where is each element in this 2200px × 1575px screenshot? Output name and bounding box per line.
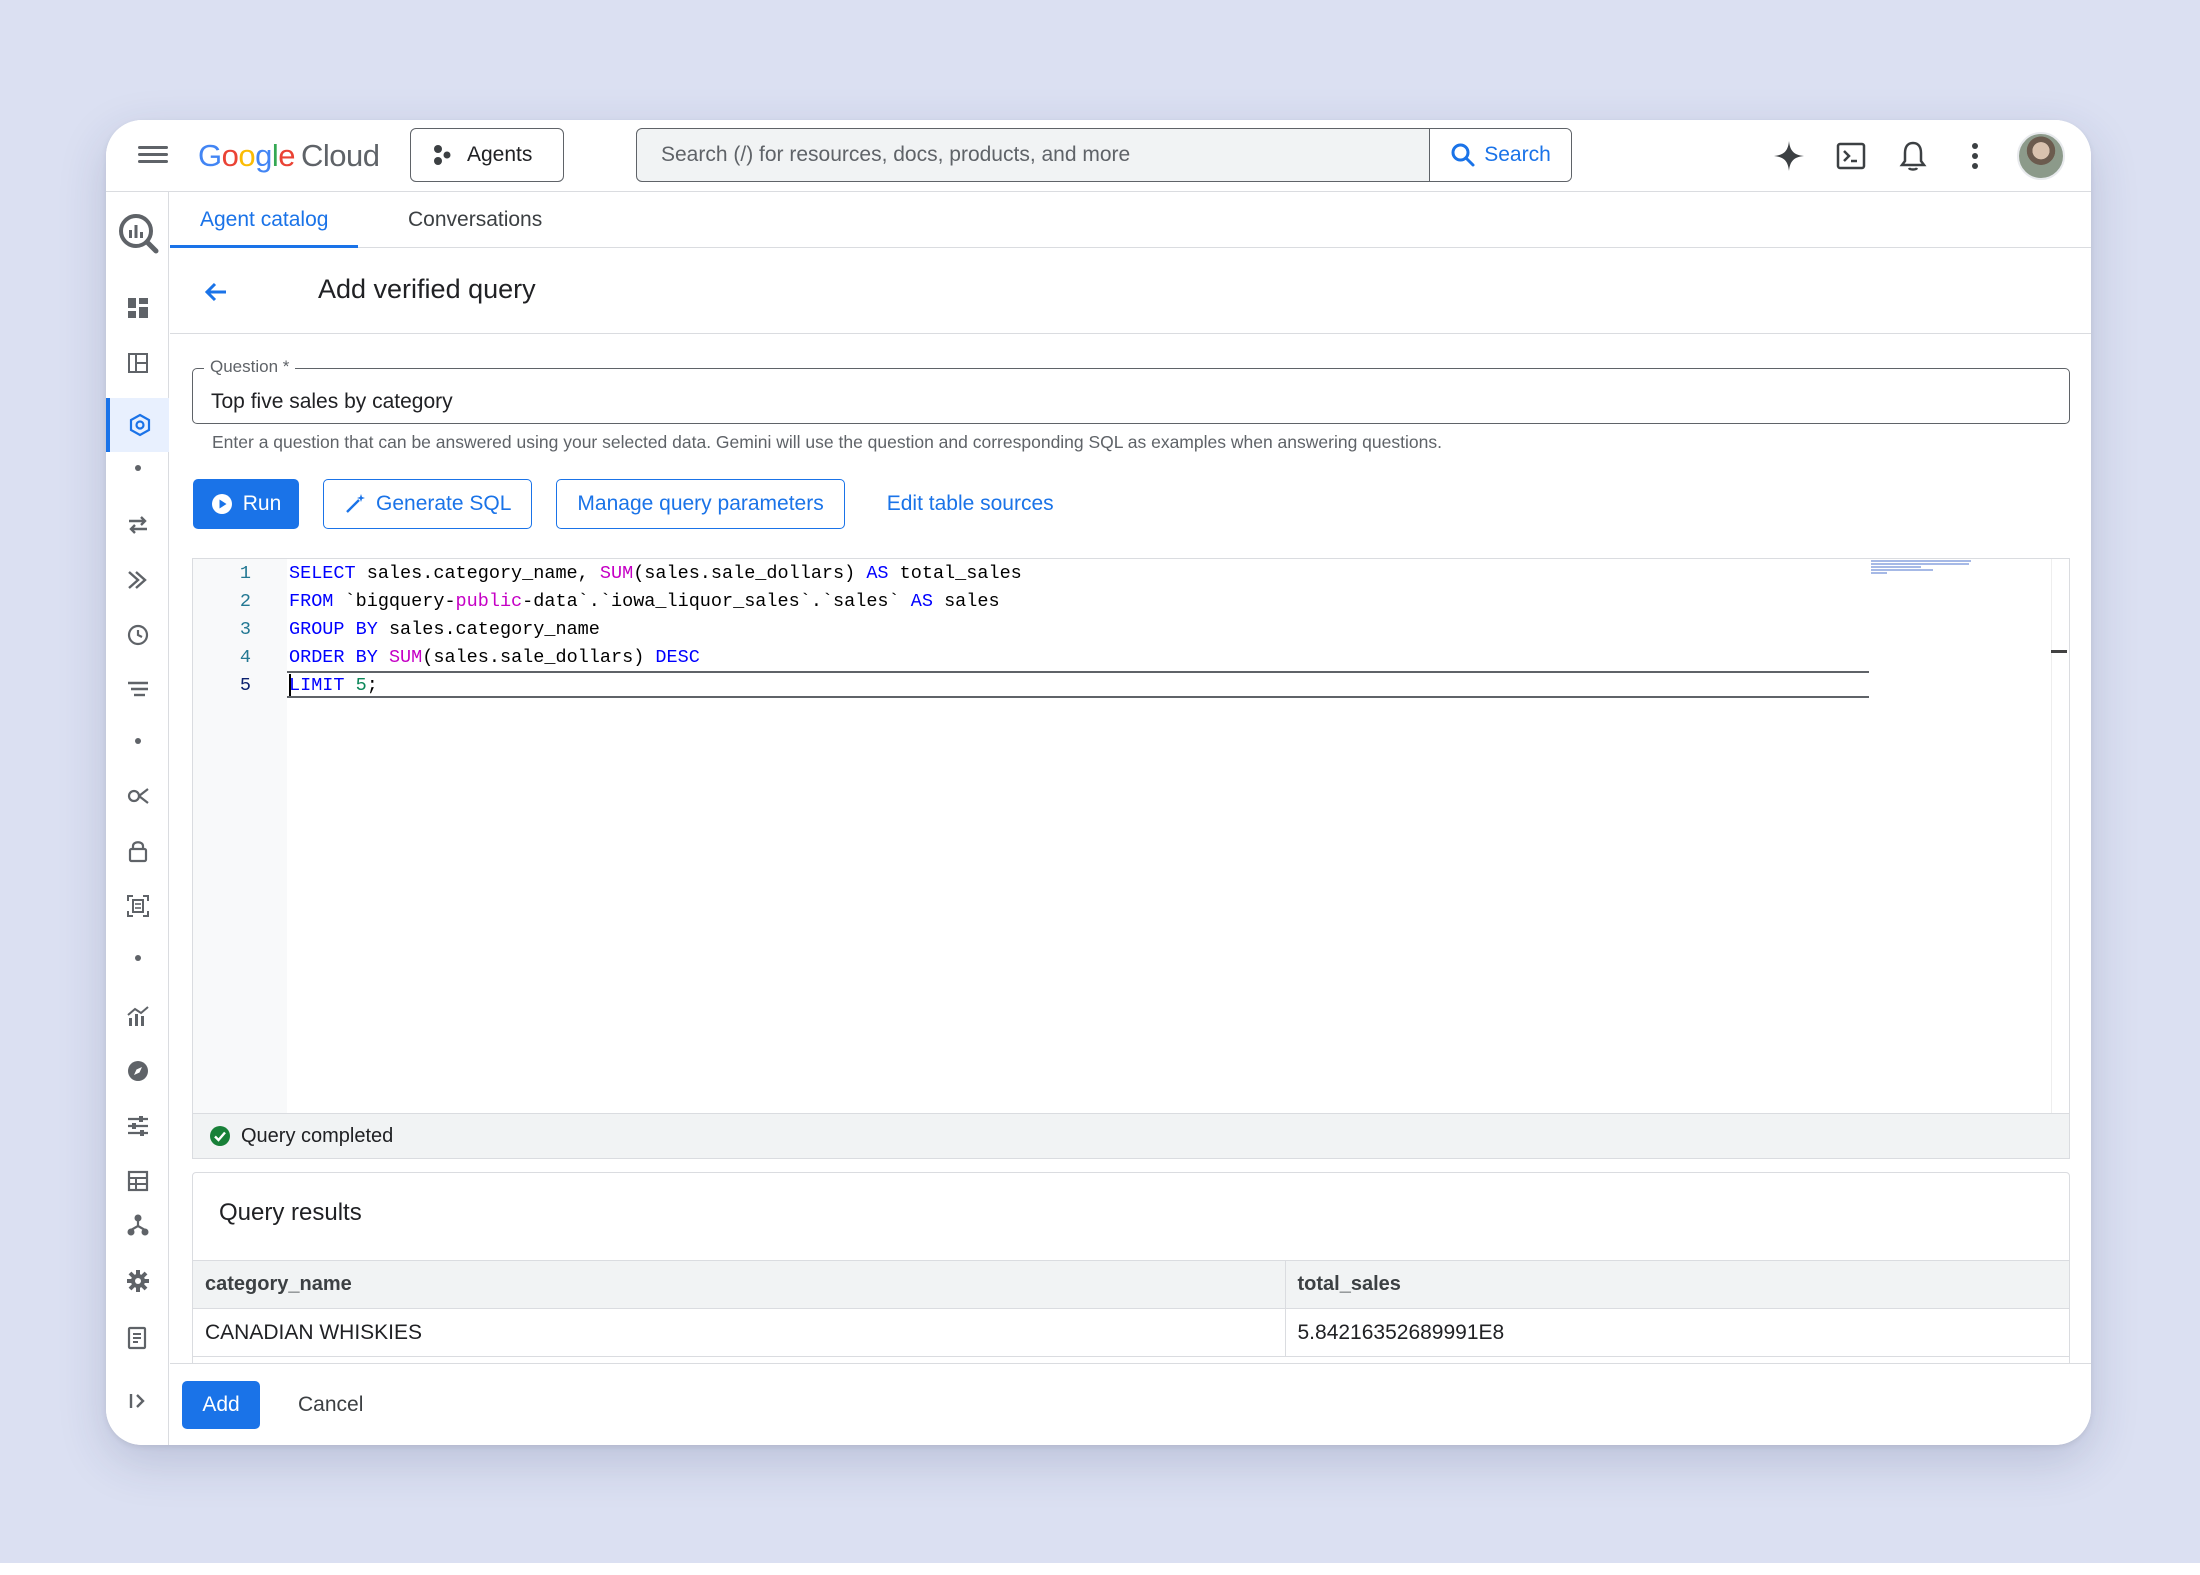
current-line-highlight	[287, 671, 1869, 698]
scrollbar-cursor-marker	[2051, 650, 2067, 653]
rail-dashboard-icon[interactable]	[106, 288, 169, 328]
rail-explore-icon[interactable]	[106, 1051, 169, 1091]
rail-table-icon[interactable]	[106, 343, 169, 383]
line-number: 5	[239, 675, 251, 696]
manage-query-parameters-label: Manage query parameters	[577, 492, 824, 515]
table-row: CANADIAN WHISKIES 5.84216352689991E8	[193, 1308, 2069, 1357]
generate-sql-label: Generate SQL	[376, 492, 512, 515]
run-label: Run	[242, 492, 282, 515]
results-table: category_name total_sales CANADIAN WHISK…	[193, 1260, 2069, 1357]
table-cell: 5.84216352689991E8	[1285, 1308, 2069, 1357]
search-button[interactable]: Search	[1429, 129, 1571, 181]
rail-history-icon[interactable]	[106, 615, 169, 655]
form-footer: Add Cancel	[170, 1363, 2091, 1445]
page-title: Add verified query	[318, 274, 536, 304]
tab-conversations[interactable]: Conversations	[378, 192, 572, 248]
rail-lock-icon[interactable]	[106, 831, 169, 871]
app-window: Google Cloud Agents Search (/) for resou…	[106, 120, 2091, 1445]
notifications-bell-icon[interactable]	[1893, 132, 1933, 180]
code-line: SELECT sales.category_name, SUM(sales.sa…	[289, 563, 1022, 584]
line-number: 3	[239, 619, 251, 640]
run-button[interactable]: Run	[193, 479, 299, 529]
rail-settings-gear-icon[interactable]	[106, 1261, 169, 1301]
rail-agents-icon[interactable]	[106, 398, 169, 452]
top-bar: Google Cloud Agents Search	[106, 120, 2091, 192]
tab-agent-catalog[interactable]: Agent catalog	[170, 192, 359, 248]
top-icons	[1769, 132, 2065, 180]
google-cloud-logo[interactable]: Google Cloud	[198, 136, 380, 176]
play-circle-icon	[211, 494, 232, 514]
rail-transfers-icon[interactable]	[106, 505, 169, 545]
rail-document-scan-icon[interactable]	[106, 886, 169, 926]
rail-filter-list-icon[interactable]	[106, 670, 169, 710]
editor-gutter	[193, 559, 287, 1113]
rail-release-notes-icon[interactable]	[106, 1318, 169, 1358]
rail-separator-dot	[135, 955, 141, 961]
cancel-button[interactable]: Cancel	[286, 1393, 375, 1417]
manage-query-parameters-button[interactable]: Manage query parameters	[556, 479, 845, 529]
rail-grid-table-icon[interactable]	[106, 1161, 169, 1201]
rail-expand-icon[interactable]	[106, 1381, 169, 1421]
query-status-text: Query completed	[241, 1124, 394, 1147]
cloud-shell-icon[interactable]	[1831, 132, 1871, 180]
agents-label: Agents	[467, 143, 533, 166]
page-header: Add verified query	[170, 248, 2091, 334]
text-caret	[289, 674, 291, 696]
results-title: Query results	[219, 1199, 362, 1226]
magic-wand-icon	[346, 494, 365, 513]
line-number: 2	[239, 591, 251, 612]
code-line: ORDER BY SUM(sales.sale_dollars) DESC	[289, 647, 700, 668]
agents-icon	[434, 145, 451, 165]
editor-scrollbar[interactable]	[2051, 559, 2069, 1113]
table-cell: CANADIAN WHISKIES	[193, 1308, 1286, 1357]
line-number: 1	[239, 563, 251, 584]
more-vert-icon[interactable]	[1955, 132, 1995, 180]
question-input[interactable]	[192, 368, 2070, 424]
query-status-bar: Query completed	[192, 1113, 2070, 1159]
left-rail	[106, 192, 169, 1445]
column-header-category-name[interactable]: category_name	[193, 1260, 1286, 1309]
search-icon	[1451, 143, 1475, 167]
add-button[interactable]: Add	[182, 1380, 260, 1429]
rail-analytics-icon[interactable]	[106, 996, 169, 1036]
generate-sql-button[interactable]: Generate SQL	[323, 479, 533, 529]
question-label: Question *	[204, 357, 296, 377]
code-line: LIMIT 5;	[289, 675, 378, 696]
back-arrow-icon[interactable]	[200, 276, 232, 308]
edit-table-sources-button[interactable]: Edit table sources	[869, 479, 1072, 529]
rail-separator-dot	[135, 465, 141, 471]
line-number: 4	[239, 647, 251, 668]
search-input[interactable]	[637, 129, 1429, 181]
page-bottom-band	[0, 1563, 2200, 1575]
rail-bigquery-logo-icon[interactable]	[106, 210, 169, 256]
code-line: FROM `bigquery-public-data`.`iowa_liquor…	[289, 591, 1000, 612]
search-bar: Search	[636, 128, 1572, 182]
question-hint: Enter a question that can be answered us…	[212, 432, 1442, 452]
column-header-total-sales[interactable]: total_sales	[1285, 1260, 2069, 1309]
main-menu-icon[interactable]	[132, 142, 174, 172]
tab-bar: Agent catalog Conversations	[170, 192, 2091, 248]
rail-separator-dot	[135, 738, 141, 744]
agents-button[interactable]: Agents	[410, 128, 564, 182]
sql-editor[interactable]: 1 2 3 4 5 SELECT sales.category_name, SU…	[192, 558, 2070, 1113]
user-avatar[interactable]	[2017, 132, 2065, 180]
rail-tune-icon[interactable]	[106, 1106, 169, 1146]
rail-hierarchy-icon[interactable]	[106, 1205, 169, 1245]
rail-data-sharing-icon[interactable]	[106, 776, 169, 816]
code-line: GROUP BY sales.category_name	[289, 619, 600, 640]
check-circle-icon	[210, 1126, 230, 1146]
search-button-label: Search	[1484, 143, 1551, 166]
query-actions: Run Generate SQL Manage query parameters…	[193, 479, 1072, 529]
rail-pipelines-icon[interactable]	[106, 560, 169, 600]
results-header-row: category_name total_sales	[193, 1260, 2069, 1309]
question-field-wrapper: Question *	[192, 357, 2070, 424]
editor-minimap[interactable]	[1871, 559, 1981, 579]
gemini-sparkle-icon[interactable]	[1769, 132, 1809, 180]
